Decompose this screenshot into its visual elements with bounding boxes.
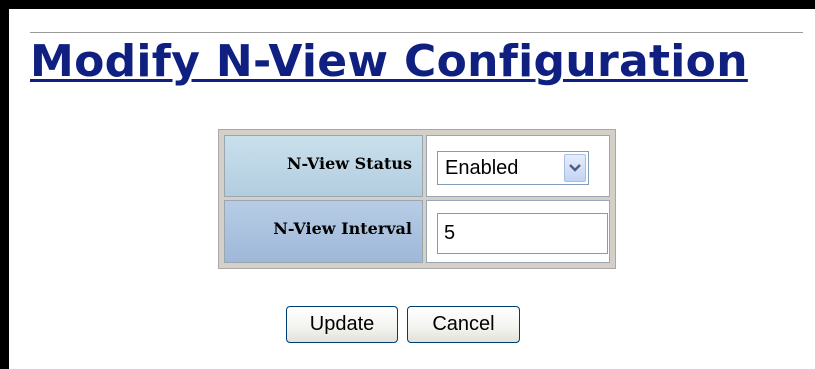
- page-title: Modify N-View Configuration: [30, 36, 748, 87]
- frame-border-left: [0, 0, 9, 369]
- dropdown-button[interactable]: [564, 154, 586, 182]
- status-label: N-View Status: [224, 135, 423, 197]
- interval-label: N-View Interval: [224, 200, 423, 263]
- interval-value-cell: 5: [426, 200, 610, 263]
- status-value-cell: Enabled: [426, 135, 610, 197]
- title-divider: [30, 32, 803, 33]
- config-table: N-View Status Enabled N-View Interval 5: [218, 129, 616, 269]
- interval-input[interactable]: 5: [437, 213, 608, 254]
- chevron-down-icon: [569, 164, 581, 172]
- update-button[interactable]: Update: [286, 306, 398, 343]
- page-frame: Modify N-View Configuration N-View Statu…: [0, 0, 815, 369]
- frame-border-top: [0, 0, 815, 9]
- status-select-value: Enabled: [445, 157, 519, 179]
- status-select[interactable]: Enabled: [437, 151, 589, 185]
- cancel-button[interactable]: Cancel: [407, 306, 520, 343]
